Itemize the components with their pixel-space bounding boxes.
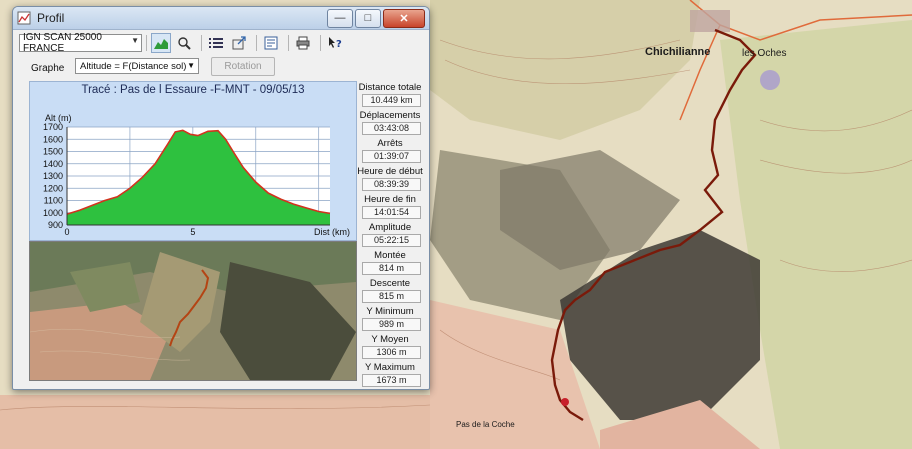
- stat-value: 1306 m: [362, 346, 421, 359]
- list-icon[interactable]: [206, 33, 226, 53]
- maximize-button[interactable]: □: [355, 8, 381, 28]
- map-label-place: les Oches: [742, 48, 787, 59]
- chevron-down-icon: ▼: [131, 36, 139, 45]
- toolbar-separator: [288, 35, 289, 51]
- chevron-down-icon: ▼: [187, 61, 195, 70]
- stat-label: Descente: [369, 278, 411, 289]
- chart-canvas: 1700 1600 1500 1400 1300 1200 1100 1000 9000 5 Dis…: [43, 113, 350, 237]
- stat-label: Y Moyen: [371, 334, 409, 345]
- toolbar-separator: [256, 35, 257, 51]
- track-start-marker: [561, 398, 569, 406]
- stat-value: 05:22:15: [362, 234, 421, 247]
- stat-label: Distance totale: [358, 82, 422, 93]
- window-title: Profil: [37, 11, 65, 25]
- toolbar-separator: [320, 35, 321, 51]
- stat-value: 814 m: [362, 262, 421, 275]
- rotation-button[interactable]: Rotation: [211, 57, 275, 76]
- toolbar-separator: [146, 35, 147, 51]
- y-tick-label: 1100: [44, 196, 63, 206]
- stat-label: Arrêts: [377, 138, 403, 149]
- stat-value: 989 m: [362, 318, 421, 331]
- stat-value: 1673 m: [362, 374, 421, 387]
- help-icon[interactable]: ?: [325, 33, 345, 53]
- stat-value: 10.449 km: [362, 94, 421, 107]
- track-thumbnail-map[interactable]: [29, 241, 357, 381]
- stat-label: Y Maximum: [365, 362, 415, 373]
- svg-text:?: ?: [336, 39, 342, 50]
- y-tick-label: 1200: [43, 183, 63, 193]
- y-tick-label: 1000: [43, 208, 63, 218]
- y-tick-label: 900: [48, 220, 63, 230]
- y-tick-label: 1400: [43, 159, 63, 169]
- x-axis-label: Dist (km): [314, 227, 350, 237]
- elevation-profile-chart[interactable]: Tracé : Pas de l Essaure -F-MNT - 09/05/…: [29, 81, 357, 241]
- stat-label: Heure de début: [357, 166, 423, 177]
- y-tick-label: 1600: [43, 134, 63, 144]
- map-label-village: Chichilianne: [645, 46, 711, 58]
- window-titlebar[interactable]: Profil — □ ✕: [13, 7, 429, 30]
- y-tick-label: 1700: [43, 122, 63, 132]
- stats-panel: Distance totale 10.449 km Déplacements 0…: [357, 81, 423, 389]
- close-button[interactable]: ✕: [383, 8, 425, 28]
- stat-value: 08:39:39: [362, 178, 421, 191]
- x-tick-label: 0: [64, 227, 69, 237]
- profile-window: Profil — □ ✕ IGN SCAN 25000 FRANCE ▼ ? G…: [12, 6, 430, 390]
- stat-value: 01:39:07: [362, 150, 421, 163]
- toolbar-separator: [201, 35, 202, 51]
- stat-label: Y Minimum: [366, 306, 414, 317]
- stat-label: Montée: [374, 250, 406, 261]
- map-label-place-2: Pas de la Coche: [456, 420, 515, 429]
- profile-icon[interactable]: [151, 33, 171, 53]
- y-tick-label: 1500: [43, 147, 63, 157]
- y-axis-label: Alt (m): [45, 113, 72, 123]
- map-icon[interactable]: [261, 33, 281, 53]
- graphe-label: Graphe: [31, 63, 65, 74]
- stat-label: Heure de fin: [364, 194, 416, 205]
- stat-value: 03:43:08: [362, 122, 421, 135]
- app-icon: [17, 11, 31, 25]
- export-icon[interactable]: [229, 33, 249, 53]
- minimize-button[interactable]: —: [327, 8, 353, 28]
- stat-label: Amplitude: [368, 222, 412, 233]
- stat-value: 815 m: [362, 290, 421, 303]
- y-tick-label: 1300: [43, 171, 63, 181]
- x-tick-label: 5: [190, 227, 195, 237]
- zoom-icon[interactable]: [174, 33, 194, 53]
- toolbar: IGN SCAN 25000 FRANCE ▼ ?: [19, 32, 348, 54]
- stat-value: 14:01:54: [362, 206, 421, 219]
- stat-label: Déplacements: [359, 110, 421, 121]
- map-source-select[interactable]: IGN SCAN 25000 FRANCE ▼: [19, 32, 142, 54]
- graph-type-select[interactable]: Altitude = F(Distance sol) ▼: [75, 58, 199, 74]
- print-icon[interactable]: [293, 33, 313, 53]
